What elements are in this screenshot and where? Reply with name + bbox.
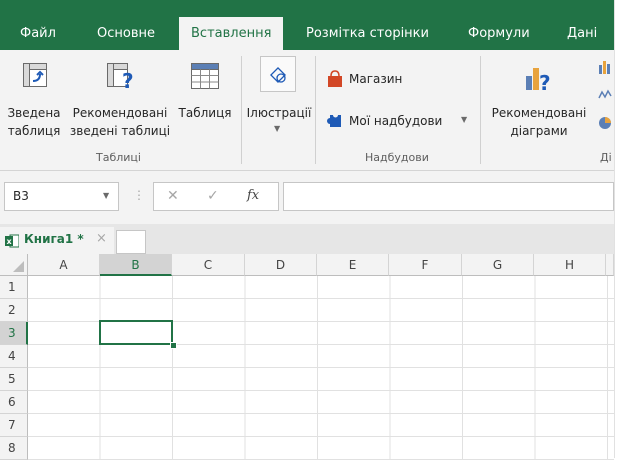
store-button[interactable]: Магазин	[323, 68, 473, 92]
row-header-8[interactable]: 8	[0, 437, 28, 460]
insert-function-icon[interactable]: fx	[247, 188, 259, 203]
tab-insert[interactable]: Вставлення	[179, 17, 284, 50]
name-box-chevron-down-icon: ▼	[103, 191, 110, 200]
illustrations-label: Ілюстрації	[246, 106, 312, 120]
recommended-charts-button[interactable]: ? Рекомендовані діаграми	[484, 58, 594, 146]
pivot-table-button[interactable]: Зведена таблиця	[2, 58, 66, 146]
shapes-icon	[270, 67, 286, 83]
pie-chart-icon[interactable]	[598, 116, 612, 130]
pivot-table-label-1: Зведена	[7, 106, 61, 120]
workbook-close-icon[interactable]: ×	[96, 231, 107, 246]
select-all-triangle-icon	[13, 261, 24, 272]
my-addins-icon	[327, 112, 341, 127]
row-header-5[interactable]: 5	[0, 368, 28, 391]
formula-buttons: ✕ ✓ fx	[153, 182, 279, 211]
title-strip	[0, 0, 614, 18]
my-addins-chevron-down-icon: ▼	[461, 115, 468, 124]
column-header-h[interactable]: H	[534, 254, 606, 276]
column-header-e[interactable]: E	[317, 254, 389, 276]
table-button[interactable]: Таблиця	[174, 58, 236, 146]
store-icon	[328, 70, 342, 87]
pivot-table-icon	[23, 63, 47, 87]
tab-data[interactable]: Дані	[567, 18, 597, 50]
group-separator	[241, 56, 242, 164]
table-label: Таблиця	[178, 106, 232, 120]
my-addins-button[interactable]: Мої надбудови ▼	[323, 109, 479, 133]
select-all-corner[interactable]	[0, 254, 28, 276]
recommended-charts-icon: ?	[526, 68, 551, 92]
svg-text:?: ?	[122, 69, 134, 90]
row-header-6[interactable]: 6	[0, 391, 28, 414]
tab-page-layout[interactable]: Розмітка сторінки	[306, 18, 429, 50]
formula-bar-grip-icon: ⋮	[133, 188, 145, 202]
formula-input[interactable]	[283, 182, 614, 211]
table-icon	[191, 63, 219, 89]
recommended-charts-label-2: діаграми	[510, 124, 568, 138]
row-header-3[interactable]: 3	[0, 322, 28, 345]
tab-home[interactable]: Основне	[97, 18, 155, 50]
illustrations-button[interactable]: Ілюстрації ▼	[243, 56, 315, 144]
enter-icon[interactable]: ✓	[207, 188, 219, 204]
column-header-f[interactable]: F	[389, 254, 462, 276]
workbook-tab-label: Книга1 *	[24, 232, 84, 246]
column-header-b[interactable]: B	[100, 254, 172, 276]
column-header-c[interactable]: C	[172, 254, 245, 276]
recommended-pivot-tables-button[interactable]: ? Рекомендовані зведені таблиці	[66, 58, 174, 146]
name-box[interactable]: B3 ▼	[4, 182, 119, 211]
group-label-tables: Таблиці	[96, 151, 141, 164]
group-separator	[315, 56, 316, 164]
tab-formulas[interactable]: Формули	[468, 18, 530, 50]
recommended-pivot-label-1: Рекомендовані	[72, 106, 168, 120]
column-header-partial[interactable]	[606, 254, 614, 276]
tab-file[interactable]: Файл	[20, 18, 56, 50]
column-header-d[interactable]: D	[245, 254, 317, 276]
line-chart-icon[interactable]	[598, 88, 612, 102]
illustrations-icon-frame	[260, 56, 296, 92]
recommended-pivot-icon: ?	[107, 63, 134, 90]
column-header-a[interactable]: A	[28, 254, 100, 276]
svg-text:?: ?	[539, 71, 551, 92]
store-label: Магазин	[349, 72, 403, 86]
group-label-charts-truncated: Ді	[600, 151, 612, 164]
recommended-charts-label-1: Рекомендовані	[491, 106, 587, 120]
pivot-table-label-2: таблиця	[7, 124, 61, 138]
new-workbook-tab-button[interactable]	[116, 230, 146, 254]
active-cell-b3[interactable]	[99, 320, 173, 345]
fill-handle[interactable]	[170, 342, 177, 349]
svg-text:x: x	[7, 237, 13, 246]
window-edge	[614, 0, 627, 458]
excel-file-icon: x	[5, 234, 19, 248]
row-header-1[interactable]: 1	[0, 276, 28, 299]
illustrations-chevron-down-icon: ▼	[274, 124, 281, 133]
row-header-2[interactable]: 2	[0, 299, 28, 322]
column-header-g[interactable]: G	[462, 254, 534, 276]
group-label-addins: Надбудови	[365, 151, 429, 164]
workbook-tab[interactable]: x Книга1 * ×	[0, 227, 114, 254]
cancel-icon[interactable]: ✕	[167, 188, 179, 204]
name-box-value: B3	[13, 189, 29, 203]
cell-grid[interactable]	[28, 276, 614, 460]
column-chart-icon[interactable]	[598, 60, 612, 74]
group-separator	[480, 56, 481, 164]
recommended-pivot-label-2: зведені таблиці	[69, 124, 171, 138]
row-header-7[interactable]: 7	[0, 414, 28, 437]
my-addins-label: Мої надбудови	[349, 114, 443, 128]
row-header-4[interactable]: 4	[0, 345, 28, 368]
